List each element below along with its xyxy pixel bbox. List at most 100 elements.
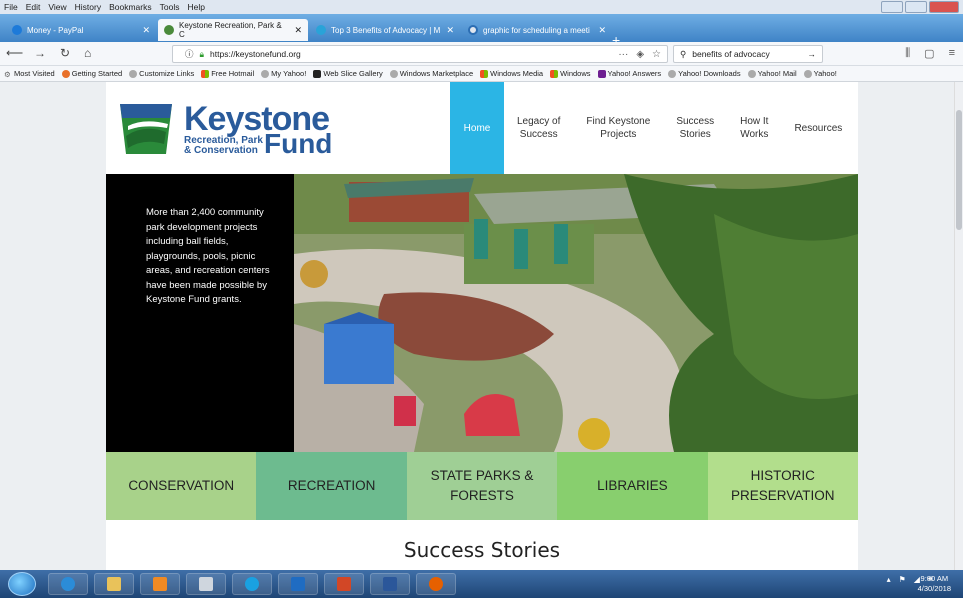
bookmark-item[interactable]: Yahoo! Downloads — [668, 69, 741, 78]
maximize-button[interactable] — [905, 1, 927, 13]
menu-view[interactable]: View — [48, 2, 66, 12]
menu-file[interactable]: File — [4, 2, 18, 12]
bookmarks-bar: ⚙ Most Visited Getting Started Customize … — [0, 66, 963, 82]
bookmark-item[interactable]: Yahoo! Mail — [747, 69, 797, 78]
powerpoint-taskbar-button[interactable] — [324, 573, 364, 595]
outlook-icon — [291, 577, 305, 591]
nav-how-it-works[interactable]: How It Works — [727, 82, 781, 174]
site-header: Keystone Recreation, Park & Conservation … — [106, 82, 858, 174]
outlook-taskbar-button[interactable] — [278, 573, 318, 595]
bookmark-item[interactable]: Windows — [550, 69, 591, 78]
scrollbar-thumb[interactable] — [956, 110, 962, 230]
bookmark-item[interactable]: Customize Links — [129, 69, 194, 78]
clock[interactable]: 9:00 AM 4/30/2018 — [918, 574, 951, 594]
close-tab-icon[interactable]: ✕ — [446, 25, 454, 36]
bookmark-item[interactable]: Yahoo! Answers — [597, 69, 661, 78]
category-recreation[interactable]: RECREATION — [256, 452, 407, 520]
menu-bar: File Edit View History Bookmarks Tools H… — [0, 0, 963, 14]
site-nav: Home Legacy of Success Find Keystone Pro… — [450, 82, 855, 174]
bookmark-item[interactable]: Windows Marketplace — [389, 69, 473, 78]
minimize-button[interactable] — [881, 1, 903, 13]
nav-legacy-of-success[interactable]: Legacy of Success — [504, 82, 573, 174]
keystone-shape-icon — [120, 104, 172, 154]
windows-taskbar: ▴ ⚑ ◢ 🔊︎ 9:00 AM 4/30/2018 — [0, 570, 963, 598]
bookmark-item[interactable]: Getting Started — [61, 69, 122, 78]
bookmark-item[interactable]: Free Hotmail — [201, 69, 254, 78]
google-icon — [468, 25, 478, 35]
search-input[interactable]: ⚲ benefits of advocacy → — [673, 45, 823, 63]
park-image — [294, 174, 858, 452]
paypal-icon — [12, 25, 22, 35]
menu-bookmarks[interactable]: Bookmarks — [109, 2, 152, 12]
word-taskbar-button[interactable] — [370, 573, 410, 595]
info-icon[interactable]: ⓘ — [185, 48, 194, 60]
sidebar-icon[interactable]: ▢ — [924, 47, 934, 60]
folder-icon — [107, 577, 121, 591]
park-photo — [294, 174, 858, 452]
firefox-icon — [429, 577, 443, 591]
page-viewport: Keystone Recreation, Park & Conservation … — [0, 82, 954, 570]
menu-history[interactable]: History — [75, 2, 101, 12]
more-icon[interactable]: ··· — [618, 49, 628, 60]
tab-paypal[interactable]: Money - PayPal ✕ — [6, 19, 156, 41]
close-tab-icon[interactable]: ✕ — [598, 25, 606, 36]
start-button[interactable] — [8, 572, 36, 596]
hero-text-panel: More than 2,400 community park developme… — [106, 174, 294, 452]
nav-success-stories[interactable]: Success Stories — [663, 82, 727, 174]
firefox-taskbar-button[interactable] — [416, 573, 456, 595]
tab-bar: Money - PayPal ✕ Keystone Recreation, Pa… — [0, 14, 963, 48]
media-taskbar-button[interactable] — [140, 573, 180, 595]
category-historic-preservation[interactable]: HISTORIC PRESERVATION — [707, 452, 858, 520]
library-icon[interactable]: ⫼ — [905, 47, 910, 60]
close-window-button[interactable] — [929, 1, 959, 13]
menu-edit[interactable]: Edit — [26, 2, 41, 12]
bookmark-item[interactable]: Windows Media — [480, 69, 543, 78]
keystone-icon — [164, 25, 174, 35]
category-libraries[interactable]: LIBRARIES — [557, 452, 708, 520]
forward-icon[interactable]: → — [34, 46, 46, 60]
flag-icon[interactable]: ⚑ — [899, 575, 906, 584]
bookmark-item[interactable]: Yahoo! — [803, 69, 837, 78]
back-icon[interactable]: ⟵ — [6, 46, 23, 60]
category-state-parks-forests[interactable]: STATE PARKS & FORESTS — [406, 452, 558, 520]
tab-keystone[interactable]: Keystone Recreation, Park & C ✕ — [158, 19, 308, 41]
bookmark-item[interactable]: Web Slice Gallery — [313, 69, 383, 78]
pocket-icon[interactable]: ◈ — [636, 49, 644, 60]
vertical-scrollbar[interactable] — [954, 82, 963, 570]
nav-home[interactable]: Home — [450, 82, 504, 174]
keystone-logo[interactable]: Keystone Recreation, Park & Conservation … — [114, 96, 334, 159]
menu-help[interactable]: Help — [187, 2, 204, 12]
bookmark-item[interactable]: My Yahoo! — [261, 69, 306, 78]
url-bar[interactable]: ⓘ 🔒︎ https://keystonefund.org ··· ◈ ☆ — [172, 45, 668, 63]
menu-tools[interactable]: Tools — [160, 2, 180, 12]
hero-section: More than 2,400 community park developme… — [106, 174, 858, 452]
show-hidden-icon[interactable]: ▴ — [887, 575, 891, 584]
close-tab-icon[interactable]: ✕ — [294, 25, 302, 36]
calculator-icon — [199, 577, 213, 591]
star-icon[interactable]: ☆ — [652, 49, 661, 60]
reload-icon[interactable]: ↻ — [60, 46, 70, 60]
category-conservation[interactable]: CONSERVATION — [106, 452, 257, 520]
hamburger-menu-icon[interactable]: ≡ — [949, 47, 955, 60]
close-tab-icon[interactable]: ✕ — [142, 25, 150, 36]
search-go-icon[interactable]: → — [808, 49, 817, 59]
home-icon[interactable]: ⌂ — [84, 46, 91, 60]
skype-icon — [245, 577, 259, 591]
bookmark-item[interactable]: ⚙ Most Visited — [4, 69, 55, 79]
calculator-taskbar-button[interactable] — [186, 573, 226, 595]
nav-resources[interactable]: Resources — [781, 82, 855, 174]
tab-graphic[interactable]: graphic for scheduling a meeti ✕ — [462, 19, 612, 41]
search-value: benefits of advocacy — [692, 49, 770, 59]
ie-taskbar-button[interactable] — [48, 573, 88, 595]
lock-icon: 🔒︎ — [199, 48, 205, 59]
powerpoint-icon — [337, 577, 351, 591]
globe-icon — [316, 25, 326, 35]
window-controls — [881, 1, 959, 13]
tab-advocacy[interactable]: Top 3 Benefits of Advocacy | M ✕ — [310, 19, 460, 41]
success-stories-section: Success Stories — [106, 520, 858, 570]
explorer-taskbar-button[interactable] — [94, 573, 134, 595]
url-text: https://keystonefund.org — [210, 49, 301, 59]
nav-find-keystone-projects[interactable]: Find Keystone Projects — [573, 82, 663, 174]
skype-taskbar-button[interactable] — [232, 573, 272, 595]
keystone-site: Keystone Recreation, Park & Conservation … — [106, 82, 858, 570]
